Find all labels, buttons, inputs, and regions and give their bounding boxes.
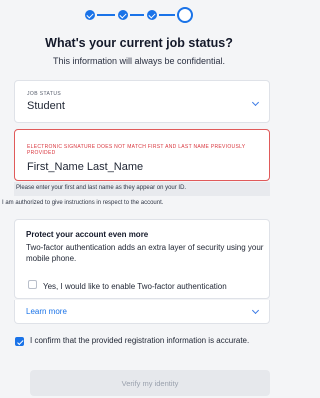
confirm-checkbox-label[interactable]: I confirm that the provided registration…: [30, 336, 270, 347]
two-factor-checkbox-label[interactable]: Yes, I would like to enable Two-factor a…: [43, 282, 227, 291]
signature-error-message: ELECTRONIC SIGNATURE DOES NOT MATCH FIRS…: [27, 144, 246, 156]
step-complete-icon: [85, 10, 95, 20]
learn-more-toggle[interactable]: Learn more: [14, 300, 270, 324]
signature-field[interactable]: ELECTRONIC SIGNATURE DOES NOT MATCH FIRS…: [14, 129, 270, 181]
learn-more-link[interactable]: Learn more: [26, 307, 67, 316]
verify-identity-button[interactable]: Verify my identity: [30, 370, 270, 396]
two-factor-checkbox[interactable]: [28, 280, 37, 289]
page-subtitle: This information will always be confiden…: [52, 56, 226, 66]
page-title: What's your current job status?: [45, 36, 233, 50]
signature-helper-text: Please enter your first and last name as…: [14, 182, 270, 196]
step-complete-icon: [147, 10, 157, 20]
chevron-down-icon: [251, 306, 260, 315]
confirm-checkbox[interactable]: [15, 337, 24, 346]
job-status-select[interactable]: JOB STATUS Student: [14, 80, 270, 123]
step-connector: [130, 14, 144, 16]
two-factor-title: Protect your account even more: [26, 230, 149, 239]
authorization-text: I am authorized to give instructions in …: [2, 200, 164, 206]
step-complete-icon: [118, 10, 128, 20]
progress-stepper: [0, 6, 278, 24]
step-current-icon: [177, 7, 193, 23]
chevron-down-icon: [251, 98, 260, 107]
job-status-value: Student: [27, 100, 65, 112]
step-connector: [97, 14, 115, 16]
signature-input-value[interactable]: First_Name Last_Name: [27, 161, 143, 173]
two-factor-description: Two-factor authentication adds an extra …: [26, 243, 264, 263]
job-status-label: JOB STATUS: [27, 91, 62, 97]
step-connector: [159, 14, 175, 16]
